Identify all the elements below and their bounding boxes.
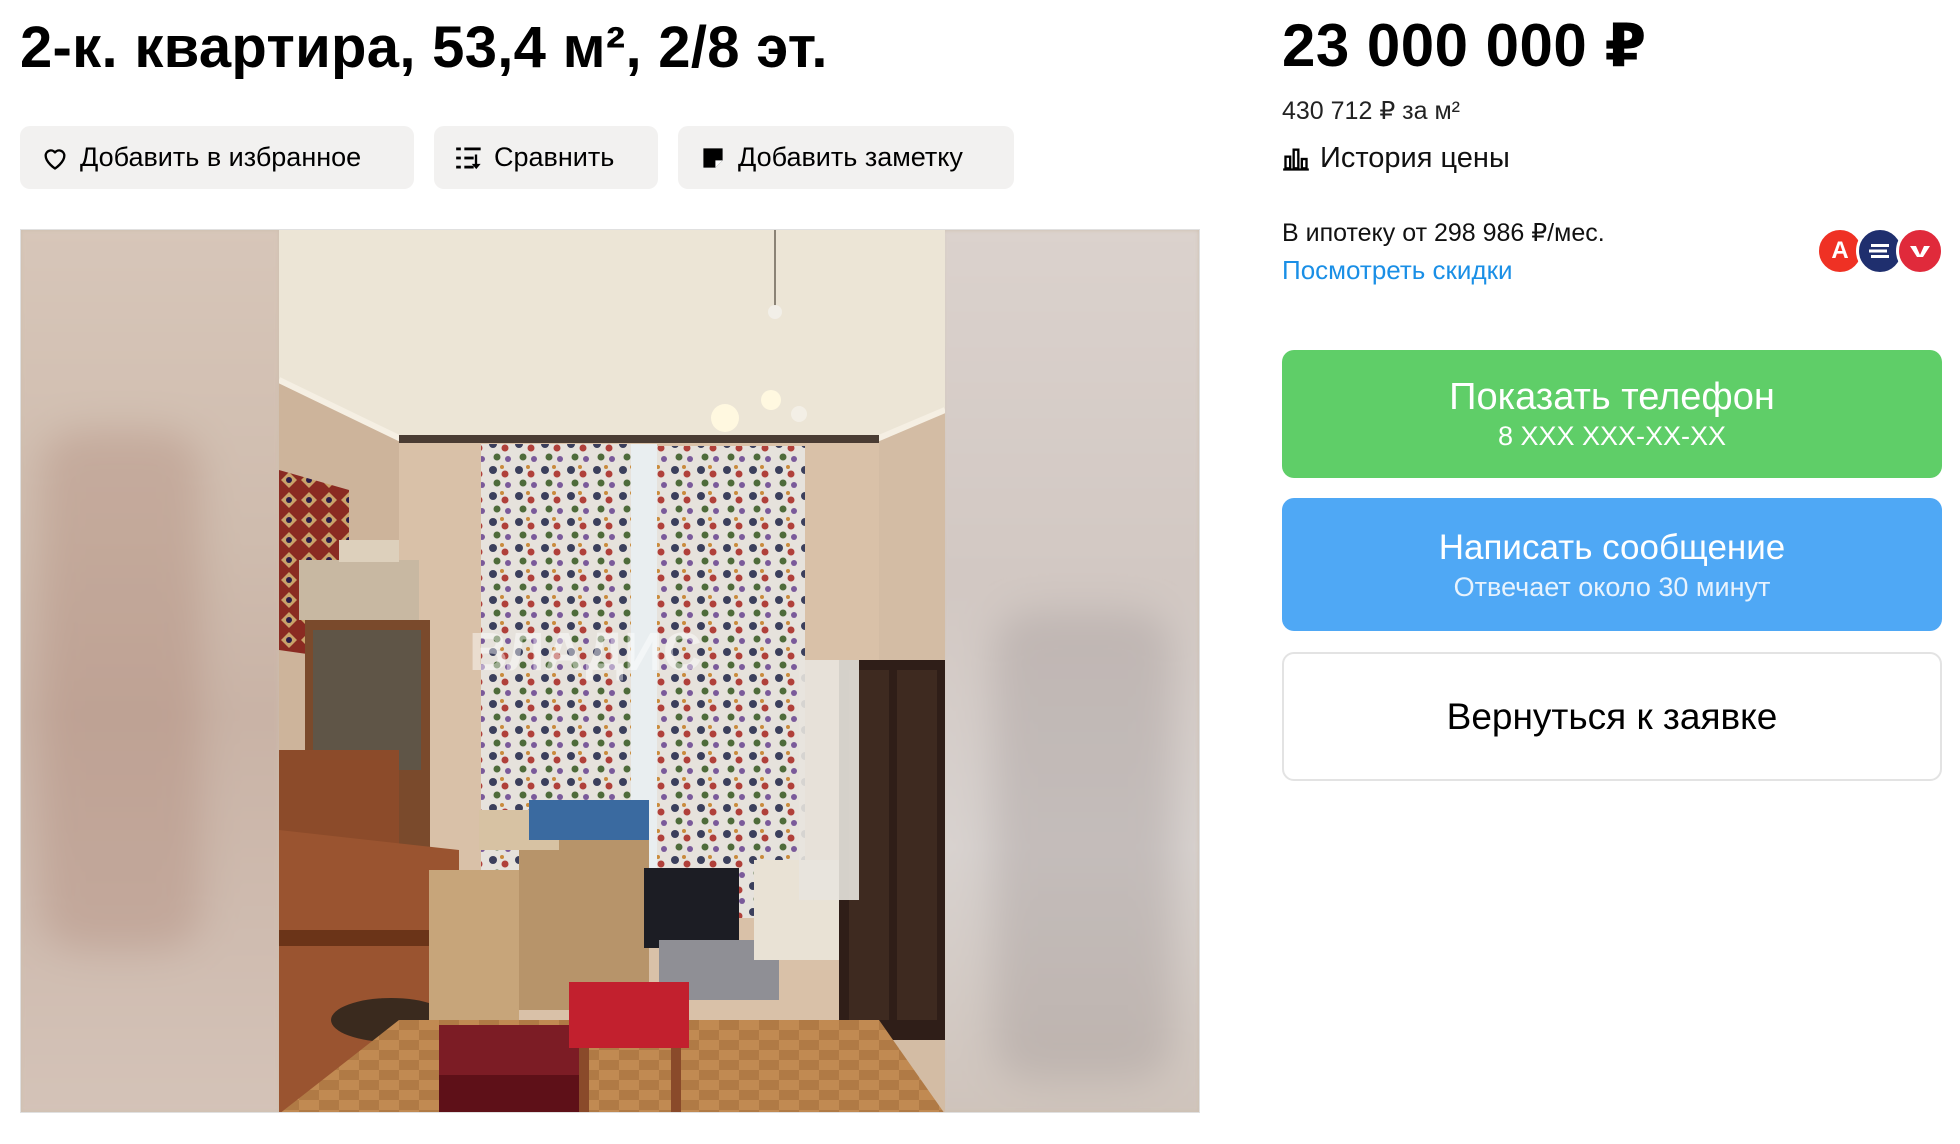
mortgage-text: В ипотеку от 298 986 ₽/мес. bbox=[1282, 219, 1605, 247]
view-discounts-link[interactable]: Посмотреть скидки bbox=[1282, 255, 1513, 286]
photo-watermark: ВЛАДИС bbox=[469, 622, 702, 682]
bank-logos: А bbox=[1816, 227, 1944, 275]
price: 23 000 000 ₽ bbox=[1282, 12, 1647, 79]
add-to-favorites-button[interactable]: Добавить в избранное bbox=[20, 126, 414, 189]
compare-label: Сравнить bbox=[494, 142, 615, 172]
photo-blur-right bbox=[943, 230, 1199, 1112]
listing-photo[interactable]: ВЛАДИС bbox=[20, 229, 1200, 1113]
return-to-request-button[interactable]: Вернуться к заявке bbox=[1282, 652, 1942, 781]
compare-icon bbox=[454, 143, 484, 173]
phone-mask: 8 XXX XXX-XX-XX bbox=[1497, 421, 1727, 451]
heart-icon bbox=[40, 143, 70, 173]
return-to-request-label: Вернуться к заявке bbox=[1446, 695, 1778, 737]
add-note-label: Добавить заметку bbox=[738, 142, 963, 172]
price-per-m2: 430 712 ₽ за м² bbox=[1282, 97, 1460, 125]
room-image: ВЛАДИС bbox=[279, 230, 945, 1112]
response-time: Отвечает около 30 минут bbox=[1453, 571, 1771, 602]
price-history-label: История цены bbox=[1320, 142, 1510, 174]
bar-chart-icon bbox=[1282, 145, 1310, 173]
show-phone-label: Показать телефон bbox=[1449, 376, 1775, 418]
listing-title: 2-к. квартира, 53,4 м², 2/8 эт. bbox=[20, 15, 828, 80]
bank-c-icon bbox=[1896, 227, 1944, 275]
add-note-button[interactable]: Добавить заметку bbox=[678, 126, 1014, 189]
write-message-button[interactable]: Написать сообщение Отвечает около 30 мин… bbox=[1282, 498, 1942, 631]
write-message-label: Написать сообщение bbox=[1438, 527, 1786, 567]
photo-blur-left bbox=[21, 230, 279, 1112]
note-icon bbox=[698, 143, 728, 173]
show-phone-button[interactable]: Показать телефон 8 XXX XXX-XX-XX bbox=[1282, 350, 1942, 478]
compare-button[interactable]: Сравнить bbox=[434, 126, 658, 189]
add-to-favorites-label: Добавить в избранное bbox=[80, 142, 362, 172]
price-history-link[interactable]: История цены bbox=[1282, 142, 1510, 175]
listing-actions: Добавить в избранное Сравнить Добавить з… bbox=[20, 126, 1014, 189]
